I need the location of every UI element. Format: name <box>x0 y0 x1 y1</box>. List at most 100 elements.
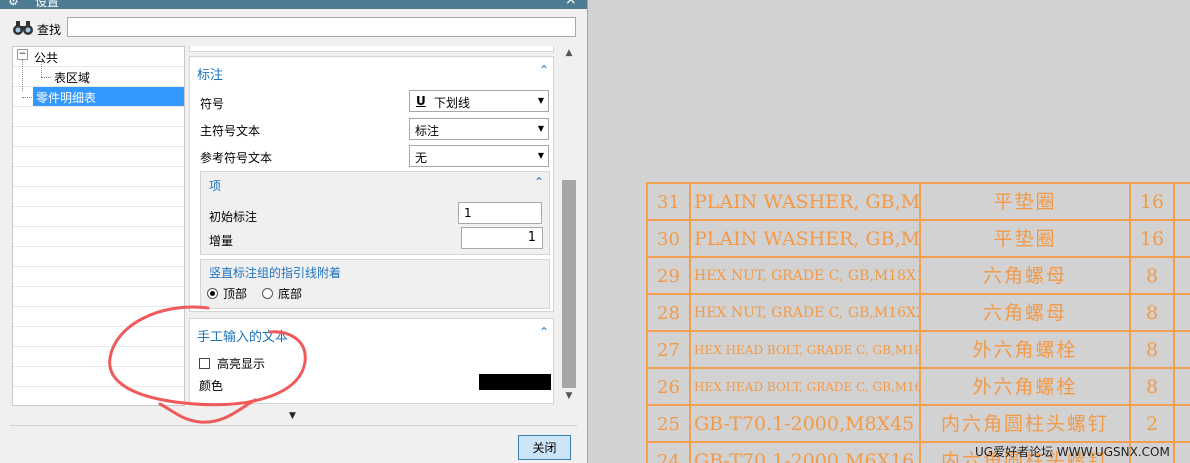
increment-input[interactable]: 1 <box>461 227 543 249</box>
row-cell <box>1173 367 1190 404</box>
checkbox-label: 高亮显示 <box>217 357 266 371</box>
subgroup-item: 项 ⌃ 初始标注 1 增量 1 <box>200 171 550 255</box>
tree-selection: 零件明细表 <box>33 87 184 106</box>
tree-empty-row <box>13 227 184 247</box>
search-input[interactable] <box>67 17 576 37</box>
row-description: GB-T70.1-2000,M6X16 <box>689 441 919 463</box>
close-button[interactable]: 关闭 <box>518 435 571 460</box>
expand-down-icon[interactable]: ▼ <box>289 411 296 421</box>
radio-top[interactable] <box>207 288 218 299</box>
tree-item-biaoquyu[interactable]: 表区域 <box>13 59 184 91</box>
table-row: 30PLAIN WASHER, GB,M16平垫圈16 <box>646 219 1190 256</box>
row-part-name: 平垫圈 <box>919 182 1129 219</box>
tree-item-gonggong[interactable]: − 公共 <box>13 47 184 67</box>
tree-empty-row <box>13 367 184 387</box>
row-number: 30 <box>646 219 689 256</box>
group-title: 标注 <box>197 68 224 83</box>
tree-empty-row <box>13 247 184 267</box>
highlight-checkbox[interactable] <box>199 358 210 369</box>
table-row: 25 GB-T70.1-2000,M8X45 内六角圆柱头螺钉 2 <box>646 404 1190 441</box>
row-number: 25 <box>646 404 689 441</box>
tree-line <box>22 97 32 99</box>
radio-label: 底部 <box>278 287 303 301</box>
tree-line <box>41 61 43 77</box>
tree-empty-row <box>13 267 184 287</box>
panel-scrollbar[interactable]: ▲ ▼ <box>561 46 577 406</box>
row-number: 24 <box>646 441 689 463</box>
table-row: 28 HEX NUT, GRADE C, GB,M16X2 六角螺母 8 <box>646 293 1190 330</box>
chevron-up-icon[interactable]: ⌃ <box>534 175 544 189</box>
row-cell <box>1173 256 1190 293</box>
row-number: 28 <box>646 293 689 330</box>
select-value: 下划线 <box>434 96 471 110</box>
row-description: PLAIN WASHER, GB,M18 <box>689 182 919 219</box>
initial-annotation-input[interactable]: 1 <box>458 202 542 224</box>
row-quantity: 8 <box>1129 367 1173 404</box>
row-cell <box>1173 219 1190 256</box>
row-description: HEX NUT, GRADE C, GB,M16X2 <box>689 293 919 330</box>
row-part-name: 平垫圈 <box>919 219 1129 256</box>
chevron-down-icon[interactable]: ▼ <box>561 391 577 405</box>
underline-icon: U <box>416 94 426 108</box>
table-row: 26HEX HEAD BOLT, GRADE C, GB,M16X80外六角螺栓… <box>646 367 1190 404</box>
row-cell <box>1173 441 1190 463</box>
tree-empty-row <box>13 187 184 207</box>
row-cell <box>1173 330 1190 367</box>
select-value: 无 <box>415 151 428 165</box>
row-cell <box>1173 404 1190 441</box>
radio-bottom[interactable] <box>262 288 273 299</box>
table-row: 27HEX HEAD BOLT, GRADE C, GB,M18X70外六角螺栓… <box>646 330 1190 367</box>
chevron-up-icon[interactable]: ▲ <box>561 48 577 62</box>
row-part-name: 内六角圆柱头螺钉 <box>919 404 1129 441</box>
field-label: 参考符号文本 <box>200 151 273 165</box>
radio-label: 顶部 <box>223 287 248 301</box>
tree-item-lingjian[interactable]: 零件明细表 <box>13 87 184 107</box>
symbol-select[interactable]: U 下划线 ▼ <box>409 90 549 112</box>
settings-dialog: ⚙ 设置 × 查找 − 公共 表区域 零件明细表 标注 ⌃ 符号 U 下划线 ▼… <box>0 0 588 463</box>
row-quantity: 8 <box>1129 330 1173 367</box>
tree-empty-row <box>13 347 184 367</box>
row-description: GB-T70.1-2000,M8X45 <box>689 404 919 441</box>
row-number: 27 <box>646 330 689 367</box>
title-bar[interactable]: ⚙ 设置 × <box>0 0 587 9</box>
row-number: 26 <box>646 367 689 404</box>
scroll-thumb[interactable] <box>562 180 576 388</box>
watermark: UG爱好者论坛 WWW.UGSNX.COM <box>975 445 1170 459</box>
main-symbol-text-select[interactable]: 标注 ▼ <box>409 118 549 140</box>
row-cell <box>1173 293 1190 330</box>
tree-item-label: 公共 <box>34 51 59 65</box>
row-number: 29 <box>646 256 689 293</box>
row-quantity: 2 <box>1129 404 1173 441</box>
field-label: 初始标注 <box>209 210 258 224</box>
row-quantity: 8 <box>1129 293 1173 330</box>
find-label: 查找 <box>37 23 62 37</box>
color-swatch[interactable] <box>479 374 551 390</box>
chevron-up-icon[interactable]: ⌃ <box>539 325 549 339</box>
field-label: 符号 <box>200 97 225 111</box>
group-title: 手工输入的文本 <box>197 330 289 345</box>
chevron-up-icon[interactable]: ⌃ <box>539 63 549 77</box>
row-quantity: 16 <box>1129 182 1173 219</box>
ref-symbol-text-select[interactable]: 无 ▼ <box>409 145 549 167</box>
tree-empty-row <box>13 127 184 147</box>
group-biaozhu: 标注 ⌃ 符号 U 下划线 ▼ 主符号文本 标注 ▼ 参考符号文本 无 ▼ 项 … <box>189 56 554 312</box>
chevron-down-icon: ▼ <box>537 96 544 105</box>
select-value: 标注 <box>415 124 440 138</box>
row-part-name: 外六角螺栓 <box>919 330 1129 367</box>
row-description: PLAIN WASHER, GB,M16 <box>689 219 919 256</box>
input-value: 1 <box>527 230 536 245</box>
binoculars-icon <box>13 21 33 35</box>
row-quantity: 16 <box>1129 219 1173 256</box>
subgroup-leader: 竖直标注组的指引线附着 顶部 底部 <box>200 259 550 309</box>
tree-line <box>41 77 51 79</box>
field-label: 颜色 <box>199 379 224 393</box>
field-label: 增量 <box>209 234 234 248</box>
close-icon[interactable]: × <box>565 0 577 8</box>
row-description: HEX HEAD BOLT, GRADE C, GB,M18X70 <box>689 330 919 367</box>
row-number: 31 <box>646 182 689 219</box>
settings-tree: − 公共 表区域 零件明细表 <box>12 46 185 406</box>
tree-item-label: 零件明细表 <box>36 91 97 105</box>
tree-empty-row <box>13 387 184 405</box>
tree-empty-row <box>13 287 184 307</box>
row-description: HEX HEAD BOLT, GRADE C, GB,M16X80 <box>689 367 919 404</box>
